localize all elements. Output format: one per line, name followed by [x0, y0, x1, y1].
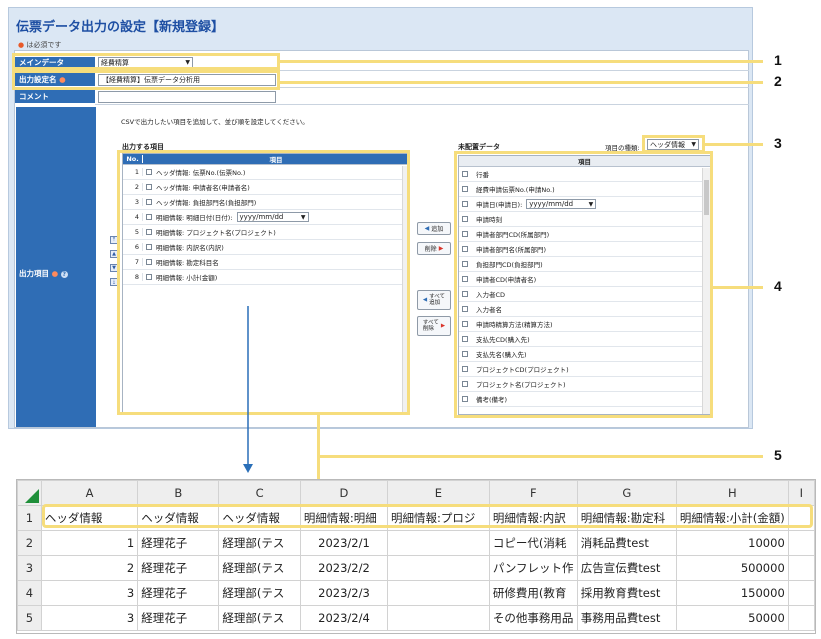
sheet-cell[interactable]: 経理部(テス [218, 555, 301, 581]
column-header[interactable]: B [137, 480, 220, 506]
add-button[interactable]: ◀ 追加 [417, 222, 451, 235]
sheet-cell[interactable]: 10000 [675, 530, 789, 556]
callout-line-2 [280, 81, 763, 84]
table-row: 3 2 経理花子 経理部(テス 2023/2/2 パンフレット作 広告宣伝費test 5000… [17, 555, 816, 581]
sheet-cell[interactable] [387, 580, 490, 606]
sheet-cell[interactable] [787, 580, 816, 606]
callout-number-4: 4 [774, 278, 782, 294]
column-header[interactable]: C [218, 480, 301, 506]
sheet-cell[interactable]: 経理部(テス [218, 530, 301, 556]
column-header[interactable]: E [387, 480, 490, 506]
sheet-cell[interactable]: 2023/2/4 [299, 605, 389, 631]
sheet-cell[interactable] [387, 530, 490, 556]
column-header[interactable]: D [299, 480, 389, 506]
row-header[interactable]: 3 [17, 555, 42, 581]
arrow-down-icon [243, 306, 253, 473]
highlight-box-header-row [42, 504, 813, 528]
sheet-cell[interactable] [787, 530, 816, 556]
highlight-box-4 [454, 151, 713, 418]
sheet-cell[interactable]: 経理部(テス [218, 580, 301, 606]
callout-number-2: 2 [774, 73, 782, 89]
column-header[interactable]: G [576, 480, 677, 506]
help-icon[interactable]: ? [60, 271, 68, 278]
callout-number-5: 5 [774, 447, 782, 463]
sheet-cell[interactable]: 採用教育費test [576, 580, 677, 606]
sheet-cell[interactable]: その他事務用品 [488, 605, 578, 631]
sheet-cell[interactable]: 経理花子 [137, 605, 220, 631]
output-items-label: 出力項目 ● ? [19, 269, 68, 278]
sheet-cell[interactable]: 3 [40, 605, 139, 631]
sheet-cell[interactable]: 広告宣伝費test [576, 555, 677, 581]
sheet-cell[interactable] [387, 605, 490, 631]
arrow-left-icon: ◀ [424, 225, 430, 232]
label-column [16, 107, 96, 427]
callout-line-1 [280, 60, 763, 63]
sheet-cell[interactable] [787, 605, 816, 631]
row-header[interactable]: 2 [17, 530, 42, 556]
table-row: 4 3 経理花子 経理部(テス 2023/2/3 研修費用(教育 採用教育費test 1500… [17, 580, 816, 606]
select-all-icon [24, 489, 39, 503]
callout-line-3 [705, 143, 763, 146]
column-header[interactable]: F [488, 480, 578, 506]
callout-line-5 [317, 455, 763, 458]
sheet-cell[interactable]: 2023/2/1 [299, 530, 389, 556]
callout-number-1: 1 [774, 52, 782, 68]
row-divider [95, 104, 749, 105]
sheet-cell[interactable]: 経理部(テス [218, 605, 301, 631]
callout-number-3: 3 [774, 135, 782, 151]
column-header[interactable]: I [787, 480, 816, 506]
row-header[interactable]: 5 [17, 605, 42, 631]
sheet-cell[interactable]: 経理花子 [137, 580, 220, 606]
highlight-box-5 [117, 150, 410, 415]
arrow-right-icon: ▶ [438, 245, 444, 252]
arrow-right-icon: ▶ [440, 323, 446, 329]
row-header[interactable]: 1 [17, 505, 42, 531]
sheet-cell[interactable] [387, 555, 490, 581]
sheet-cell[interactable]: 事務用品費test [576, 605, 677, 631]
row-header[interactable]: 4 [17, 580, 42, 606]
sheet-cell[interactable]: 経理花子 [137, 530, 220, 556]
sheet-cell[interactable]: 50000 [675, 605, 789, 631]
spreadsheet: ABCDEFGHI 1 ヘッダ情報 ヘッダ情報 ヘッダ情報 明細情報:明細 明細情報:プロ… [16, 479, 816, 634]
sheet-cell[interactable]: 経理花子 [137, 555, 220, 581]
callout-vline-5 [317, 415, 320, 488]
sheet-cell[interactable]: 150000 [675, 580, 789, 606]
instruction-text: CSVで出力したい項目を追加して、並び順を設定してください。 [121, 118, 309, 126]
corner-cell[interactable] [17, 480, 42, 506]
sheet-cell[interactable]: 1 [40, 530, 139, 556]
sheet-cell[interactable]: 3 [40, 580, 139, 606]
sheet-cell[interactable]: 500000 [675, 555, 789, 581]
comment-label: コメント [15, 90, 95, 103]
sheet-cell[interactable]: パンフレット作 [488, 555, 578, 581]
required-note: ● は必須です [18, 41, 62, 49]
callout-line-4 [713, 286, 763, 289]
remove-button[interactable]: 削除 ▶ [417, 242, 451, 255]
page-title: 伝票データ出力の設定【新規登録】 [16, 20, 225, 35]
sheet-cell[interactable]: 2023/2/2 [299, 555, 389, 581]
column-header[interactable]: H [675, 480, 789, 506]
table-row: 2 1 経理花子 経理部(テス 2023/2/1 コピー代(消耗 消耗品費test 10000 [17, 530, 816, 556]
arrow-left-icon: ◀ [422, 297, 428, 303]
remove-all-button[interactable]: すべて 削除 ▶ [417, 316, 451, 336]
highlight-box-2 [12, 70, 280, 90]
sheet-cell[interactable]: 消耗品費test [576, 530, 677, 556]
add-all-button[interactable]: ◀ すべて 追加 [417, 290, 451, 310]
highlight-box-1 [12, 53, 280, 70]
sheet-cell[interactable]: 研修費用(教育 [488, 580, 578, 606]
sheet-cell[interactable]: 2023/2/3 [299, 580, 389, 606]
sheet-cell[interactable]: 2 [40, 555, 139, 581]
column-header[interactable]: A [40, 480, 139, 506]
table-row: 5 3 経理花子 経理部(テス 2023/2/4 その他事務用品 事務用品費test 5000… [17, 605, 816, 631]
comment-input[interactable] [98, 91, 276, 103]
sheet-cell[interactable]: コピー代(消耗 [488, 530, 578, 556]
sheet-cell[interactable] [787, 555, 816, 581]
